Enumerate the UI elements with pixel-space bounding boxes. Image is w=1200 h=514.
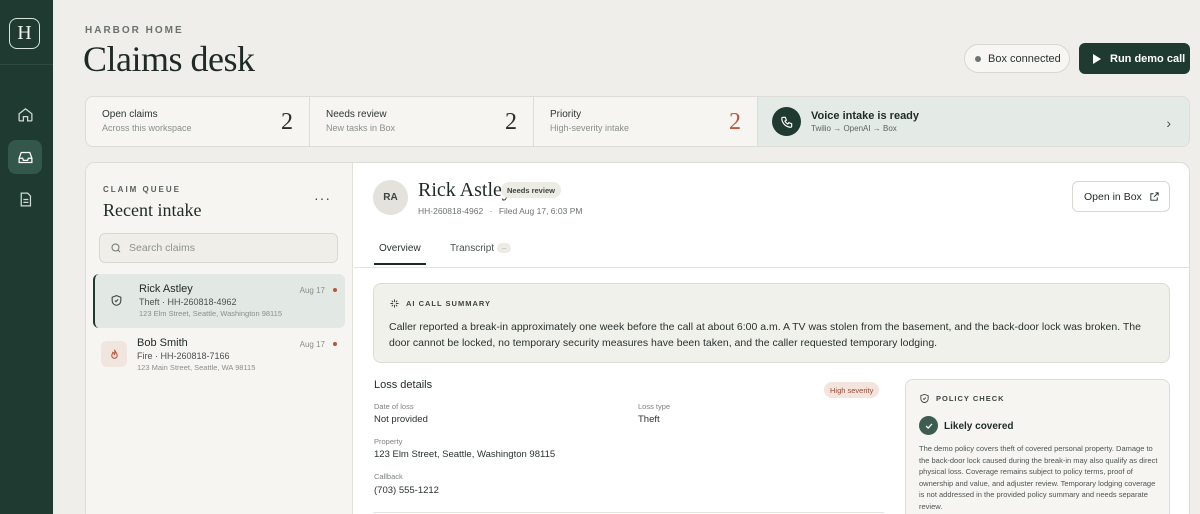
- sparkle-icon: [390, 299, 399, 308]
- shield-icon: [103, 287, 129, 313]
- callback-value: (703) 555-1212: [374, 485, 439, 496]
- meta-separator: ·: [489, 206, 493, 216]
- queue-kicker: CLAIM QUEUE: [103, 185, 181, 194]
- play-icon: [1093, 53, 1101, 64]
- unread-dot: [333, 288, 337, 292]
- claim-queue: CLAIM QUEUE Recent intake ··· Rick Astle…: [86, 163, 353, 514]
- loss-divider: [373, 512, 884, 513]
- claim-type: Theft · HH-260818-4962: [139, 297, 237, 307]
- tab-overview[interactable]: Overview: [374, 243, 426, 265]
- summary-text: Caller reported a break-in approximately…: [389, 321, 1141, 349]
- search-input[interactable]: [129, 242, 319, 254]
- policy-heading-text: POLICY CHECK: [936, 394, 1005, 403]
- stat-label: Open claims: [102, 109, 158, 120]
- loss-type-label: Loss type: [638, 402, 671, 411]
- property-label: Property: [374, 437, 403, 446]
- shield-icon: [920, 393, 929, 404]
- box-status-label: Box connected: [988, 52, 1061, 65]
- check-icon: [919, 416, 938, 435]
- inbox-icon: [17, 151, 33, 163]
- claim-date: Aug 17: [299, 340, 325, 349]
- voice-intake-card[interactable]: Voice intake is ready Twilio → OpenAI → …: [758, 97, 1189, 146]
- stats-bar: Open claims Across this workspace 2 Need…: [85, 96, 1190, 147]
- external-link-icon: [1150, 192, 1159, 201]
- claim-meta: HH-260818-4962 · Filed Aug 17, 6:03 PM: [418, 206, 582, 216]
- box-status-badge[interactable]: Box connected: [964, 44, 1070, 73]
- claim-name: Bob Smith: [137, 337, 188, 349]
- avatar: RA: [373, 180, 408, 215]
- voice-intake-sub: Twilio → OpenAI → Box: [811, 124, 897, 133]
- stat-priority: Priority High-severity intake 2: [534, 97, 758, 146]
- stat-sub: New tasks in Box: [326, 123, 396, 133]
- chevron-right-icon: ›: [1166, 115, 1171, 131]
- ai-call-summary: AI CALL SUMMARY Caller reported a break-…: [373, 283, 1170, 363]
- claim-item[interactable]: Rick Astley Theft · HH-260818-4962 123 E…: [93, 274, 345, 328]
- stat-label: Needs review: [326, 109, 387, 120]
- claim-id: HH-260818-4962: [418, 206, 484, 216]
- policy-text: The demo policy covers theft of covered …: [919, 444, 1158, 511]
- tabs-divider: [354, 267, 1189, 268]
- stat-value: 2: [729, 109, 741, 135]
- nav-documents[interactable]: [8, 182, 42, 216]
- callback-label: Callback: [374, 472, 403, 481]
- stat-sub: High-severity intake: [550, 123, 630, 133]
- brand-name: HARBOR HOME: [85, 25, 184, 36]
- logo: H: [9, 18, 40, 49]
- more-options-icon[interactable]: ···: [314, 190, 331, 206]
- policy-check-card: POLICY CHECK Likely covered The demo pol…: [905, 379, 1170, 514]
- search-icon: [111, 243, 121, 253]
- tab-transcript-label: Transcript: [450, 243, 495, 254]
- tab-transcript[interactable]: Transcript...: [450, 243, 512, 254]
- summary-heading: AI CALL SUMMARY: [389, 298, 491, 309]
- unread-dot: [333, 342, 337, 346]
- claim-date: Aug 17: [299, 286, 325, 295]
- open-in-box-label: Open in Box: [1084, 190, 1142, 203]
- filed-date: Filed Aug 17, 6:03 PM: [498, 206, 583, 216]
- date-of-loss-value: Not provided: [374, 414, 428, 425]
- claimant-name: Rick Astley: [418, 179, 512, 201]
- open-in-box-button[interactable]: Open in Box: [1072, 181, 1170, 212]
- coverage-result: Likely covered: [944, 421, 1014, 432]
- transcript-count-pill: ...: [497, 243, 512, 254]
- date-of-loss-label: Date of loss: [374, 402, 414, 411]
- run-demo-call-label: Run demo call: [1110, 52, 1186, 65]
- summary-heading-text: AI CALL SUMMARY: [406, 299, 491, 308]
- queue-title: Recent intake: [103, 200, 202, 220]
- property-value: 123 Elm Street, Seattle, Washington 9811…: [374, 449, 556, 460]
- nav-home[interactable]: [8, 97, 42, 131]
- home-icon: [17, 107, 33, 122]
- loss-details-heading: Loss details: [374, 379, 433, 391]
- claim-type: Fire · HH-260818-7166: [137, 351, 230, 361]
- status-dot: [975, 55, 981, 62]
- claim-item[interactable]: Bob Smith Fire · HH-260818-7166 123 Main…: [93, 328, 345, 382]
- claim-address: 123 Elm Street, Seattle, Washington 9811…: [139, 309, 283, 318]
- status-badge: Needs review: [501, 182, 561, 198]
- policy-heading: POLICY CHECK: [919, 393, 1005, 404]
- stat-needs-review: Needs review New tasks in Box 2: [310, 97, 534, 146]
- stat-label: Priority: [550, 109, 582, 120]
- loss-type-value: Theft: [638, 414, 660, 425]
- voice-intake-title: Voice intake is ready: [811, 110, 920, 122]
- page-title: Claims desk: [83, 39, 255, 79]
- document-icon: [20, 191, 31, 207]
- stat-value: 2: [505, 109, 517, 135]
- severity-badge: High severity: [824, 382, 880, 398]
- claim-address: 123 Main Street, Seattle, WA 98115: [137, 363, 256, 372]
- sidebar: H: [0, 0, 53, 514]
- sidebar-divider: [0, 64, 53, 65]
- stat-sub: Across this workspace: [102, 123, 192, 133]
- stat-value: 2: [281, 109, 293, 135]
- run-demo-call-button[interactable]: Run demo call: [1079, 43, 1190, 74]
- phone-icon: [772, 107, 801, 136]
- claim-detail: RA Rick Astley Needs review HH-260818-49…: [354, 163, 1189, 514]
- flame-icon: [101, 341, 127, 367]
- main-panel: CLAIM QUEUE Recent intake ··· Rick Astle…: [85, 162, 1190, 514]
- stat-open-claims: Open claims Across this workspace 2: [86, 97, 310, 146]
- search-box[interactable]: [99, 233, 338, 263]
- nav-inbox[interactable]: [8, 140, 42, 174]
- claim-name: Rick Astley: [139, 283, 193, 295]
